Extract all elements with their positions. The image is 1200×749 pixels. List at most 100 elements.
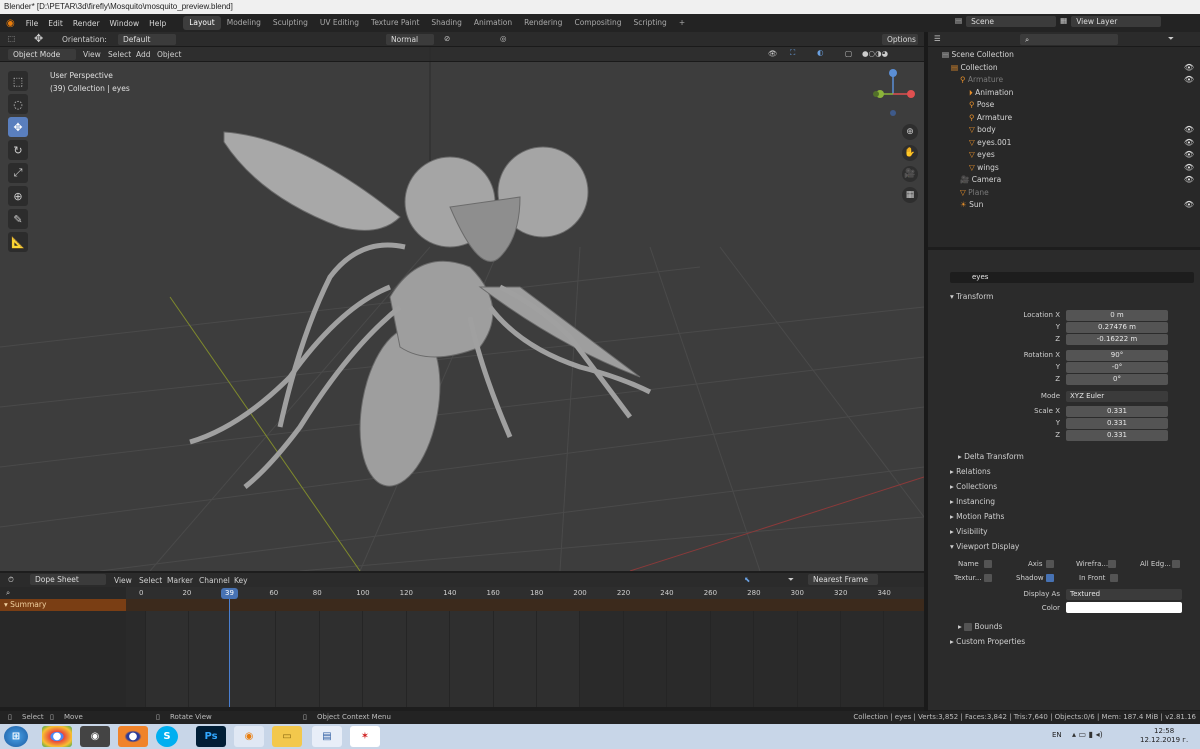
outliner-row[interactable]: ⚲ Pose xyxy=(928,99,1200,112)
scale-tool-icon[interactable]: ⤢ xyxy=(8,163,28,183)
motion-paths-section[interactable]: ▸ Motion Paths xyxy=(950,512,1004,521)
visibility-eye-icon[interactable]: 👁 xyxy=(1184,62,1194,75)
visibility-eye-icon[interactable]: 👁 xyxy=(1184,137,1194,150)
workspace-tab-compositing[interactable]: Compositing xyxy=(568,16,627,30)
blender-logo-icon[interactable]: ◉ xyxy=(0,18,21,29)
app-icon[interactable]: ◉ xyxy=(80,726,110,747)
proportional-edit-icon[interactable]: ◎ xyxy=(500,34,507,43)
workspace-tab-animation[interactable]: Animation xyxy=(468,16,518,30)
visibility-eye-icon[interactable]: 👁 xyxy=(1184,149,1194,162)
outliner-search-input[interactable]: ⌕ xyxy=(1020,34,1118,45)
camera-view-icon[interactable]: 🎥 xyxy=(902,166,918,182)
editor-type-icon[interactable]: ⬚ xyxy=(8,34,15,43)
outliner-row[interactable]: ▤ Collection 👁 xyxy=(928,62,1200,75)
chrome-icon[interactable]: ● xyxy=(42,726,72,747)
menu-file[interactable]: File xyxy=(21,19,44,28)
dope-menu-view[interactable]: View xyxy=(114,576,132,585)
ortho-grid-icon[interactable]: ▦ xyxy=(902,187,918,203)
rotate-tool-icon[interactable]: ↻ xyxy=(8,140,28,160)
outliner-row[interactable]: ▽ eyes 👁 xyxy=(928,149,1200,162)
vd-shadow-checkbox[interactable] xyxy=(1046,574,1054,582)
outliner-row[interactable]: ▽ body 👁 xyxy=(928,124,1200,137)
snap-mode-dropdown[interactable]: Nearest Frame xyxy=(808,574,878,585)
vd-all-edges-checkbox[interactable] xyxy=(1172,560,1180,568)
menu-edit[interactable]: Edit xyxy=(43,19,68,28)
scene-icon[interactable]: ▤ xyxy=(955,16,962,27)
outliner-row[interactable]: 🎥 Camera 👁 xyxy=(928,174,1200,187)
visibility-eye-icon[interactable]: 👁 xyxy=(1184,74,1194,87)
visibility-eye-icon[interactable]: 👁 xyxy=(1184,162,1194,175)
current-frame-indicator[interactable]: 39 xyxy=(221,588,238,599)
object-mode-dropdown[interactable]: Object Mode xyxy=(8,49,76,60)
workspace-tab-texture-paint[interactable]: Texture Paint xyxy=(365,16,425,30)
dope-menu-marker[interactable]: Marker xyxy=(167,576,193,585)
blender-taskbar-icon[interactable]: ◉ xyxy=(234,726,264,747)
location-x-field[interactable]: 0 m xyxy=(1066,310,1168,321)
location-z-field[interactable]: -0.16222 m xyxy=(1066,334,1168,345)
start-button-icon[interactable]: ⊞ xyxy=(4,726,28,747)
vd-in-front-checkbox[interactable] xyxy=(1110,574,1118,582)
menu-add[interactable]: Add xyxy=(136,50,151,59)
mosquito-model[interactable] xyxy=(189,131,652,492)
outliner-row[interactable]: ▽ Plane xyxy=(928,187,1200,200)
notepad-icon[interactable]: ▤ xyxy=(312,726,342,747)
view-layer-selector[interactable]: View Layer xyxy=(1071,16,1162,27)
menu-window[interactable]: Window xyxy=(105,19,145,28)
skype-icon[interactable]: S xyxy=(156,726,178,747)
menu-help[interactable]: Help xyxy=(144,19,171,28)
vd-name-checkbox[interactable] xyxy=(984,560,992,568)
photoshop-icon[interactable]: Ps xyxy=(196,726,226,747)
outliner-editor-icon[interactable]: ☰ xyxy=(934,34,941,43)
explorer-icon[interactable]: ▭ xyxy=(272,726,302,747)
instancing-section[interactable]: ▸ Instancing xyxy=(950,497,995,506)
workspace-tab-shading[interactable]: Shading xyxy=(425,16,467,30)
add-workspace-icon[interactable]: + xyxy=(673,16,691,30)
dope-menu-key[interactable]: Key xyxy=(234,576,248,585)
measure-tool-icon[interactable]: 📐 xyxy=(8,232,28,252)
move-tool-icon[interactable]: ✥ xyxy=(8,117,28,137)
firefox-icon[interactable]: ● xyxy=(118,726,148,747)
workspace-tab-modeling[interactable]: Modeling xyxy=(221,16,267,30)
scene-selector[interactable]: Scene xyxy=(966,16,1057,27)
clock[interactable]: 12:58 12.12.2019 г. xyxy=(1140,727,1188,745)
transform-tool-icon[interactable]: ⊕ xyxy=(8,186,28,206)
only-selected-icon[interactable]: ⬉ xyxy=(744,575,750,584)
workspace-tab-sculpting[interactable]: Sculpting xyxy=(267,16,314,30)
cursor-tool-icon[interactable]: ◌ xyxy=(8,94,28,114)
language-indicator[interactable]: EN xyxy=(1052,731,1062,739)
scale-y-field[interactable]: 0.331 xyxy=(1066,418,1168,429)
rotation-z-field[interactable]: 0° xyxy=(1066,374,1168,385)
transform-gizmo-icon[interactable]: ✥ xyxy=(34,32,43,45)
location-y-field[interactable]: 0.27476 m xyxy=(1066,322,1168,333)
workspace-tab-layout[interactable]: Layout xyxy=(183,16,221,30)
dope-menu-select[interactable]: Select xyxy=(139,576,162,585)
menu-render[interactable]: Render xyxy=(68,19,105,28)
visibility-eye-icon[interactable]: 👁 xyxy=(1184,124,1194,137)
delta-transform-section[interactable]: ▸ Delta Transform xyxy=(958,452,1024,461)
workspace-tab-uv-editing[interactable]: UV Editing xyxy=(314,16,365,30)
snap-icon[interactable]: ⊘ xyxy=(444,34,450,43)
rotation-y-field[interactable]: -0° xyxy=(1066,362,1168,373)
bounds-checkbox[interactable] xyxy=(964,623,973,631)
transform-section-header[interactable]: ▾ Transform xyxy=(950,292,993,301)
shading-solid-icon[interactable]: ●○◑◕ xyxy=(862,49,888,58)
viewport-display-section[interactable]: ▾ Viewport Display xyxy=(950,542,1019,551)
pan-hand-icon[interactable]: ✋ xyxy=(902,145,918,161)
vd-wireframe-checkbox[interactable] xyxy=(1108,560,1116,568)
zoom-icon[interactable]: ⊕ xyxy=(902,124,918,140)
dope-menu-channel[interactable]: Channel xyxy=(199,576,230,585)
object-name-field[interactable]: eyes xyxy=(950,272,1194,283)
xray-toggle-icon[interactable]: ▢ xyxy=(845,49,852,58)
scale-x-field[interactable]: 0.331 xyxy=(1066,406,1168,417)
tray-icons[interactable]: ▴ ▭ ▮ ◂) xyxy=(1072,730,1103,739)
outliner-row[interactable]: ▽ eyes.001 👁 xyxy=(928,137,1200,150)
visibility-section[interactable]: ▸ Visibility xyxy=(950,527,988,536)
menu-select[interactable]: Select xyxy=(108,50,131,59)
rotation-x-field[interactable]: 90° xyxy=(1066,350,1168,361)
filter-funnel-icon[interactable]: ⏷ xyxy=(788,575,794,585)
view-layer-icon[interactable]: ▦ xyxy=(1060,16,1067,27)
rotation-mode-dropdown[interactable]: XYZ Euler xyxy=(1066,391,1168,402)
dopesheet-body[interactable]: ⌕ ▾ Summary 0 20 60 80 100 120 140 160 180 200 220… xyxy=(0,587,924,707)
vd-axis-checkbox[interactable] xyxy=(1046,560,1054,568)
menu-object[interactable]: Object xyxy=(157,50,181,59)
